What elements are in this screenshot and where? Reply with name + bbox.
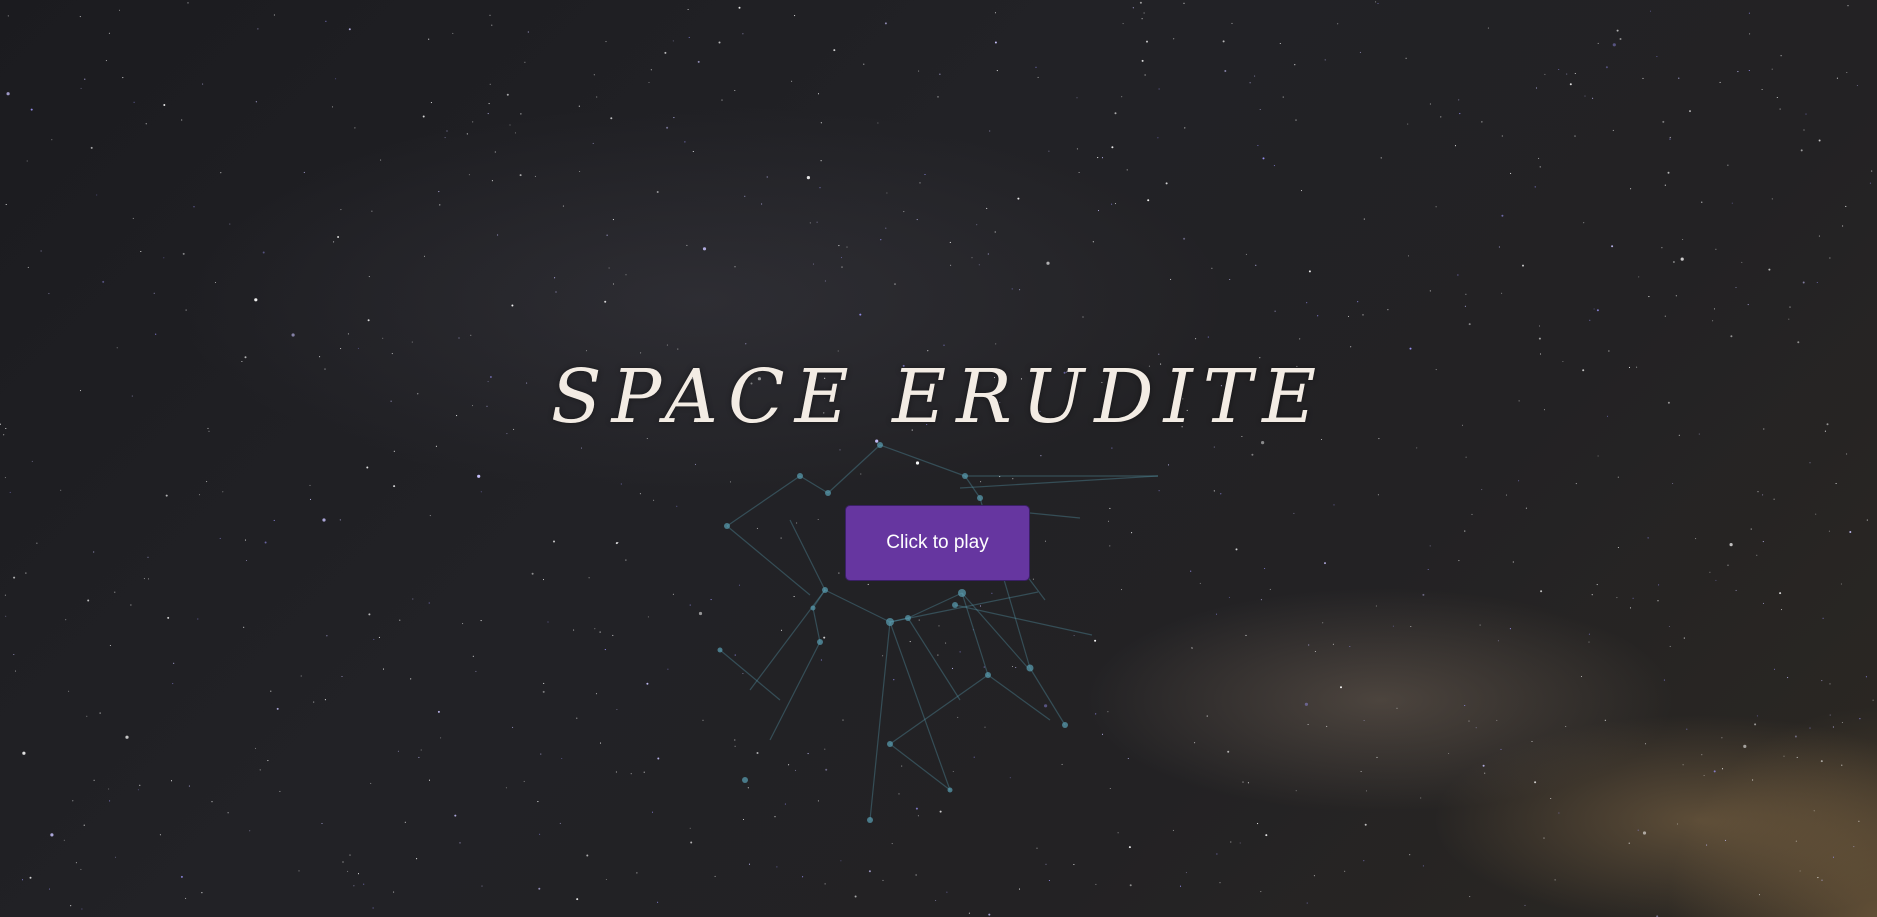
play-button[interactable]: Click to play bbox=[845, 505, 1030, 581]
constellation-network bbox=[717, 442, 1159, 823]
game-title: SPACE ERUDITE bbox=[550, 354, 1327, 440]
